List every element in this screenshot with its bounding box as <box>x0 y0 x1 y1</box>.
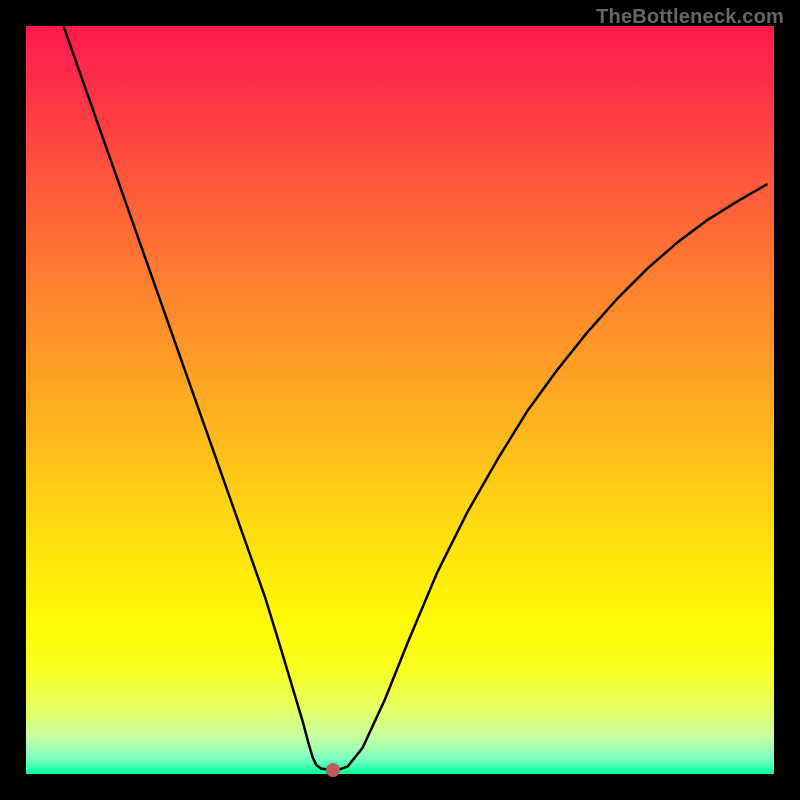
plot-area <box>26 26 774 774</box>
optimal-point-marker <box>326 763 340 777</box>
bottleneck-curve <box>26 26 774 774</box>
chart-frame: TheBottleneck.com <box>0 0 800 800</box>
watermark-text: TheBottleneck.com <box>596 6 784 29</box>
